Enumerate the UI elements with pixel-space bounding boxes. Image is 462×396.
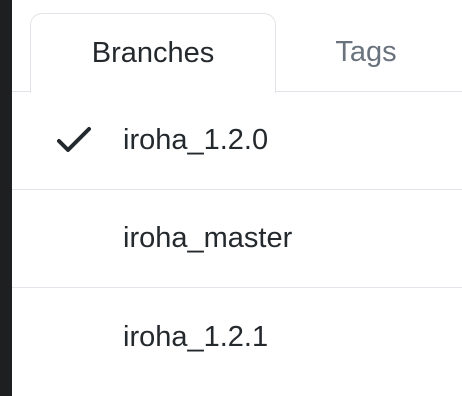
branch-selector-screen: Branches Tags iroha_1.2.0 iroha_master i… [0, 0, 462, 396]
background-edge [0, 0, 12, 396]
branch-name: iroha_1.2.0 [123, 124, 269, 156]
tab-tags[interactable]: Tags [276, 13, 456, 92]
branch-item-iroha-master[interactable]: iroha_master [12, 190, 462, 288]
branch-name: iroha_1.2.1 [123, 320, 269, 353]
branch-dropdown: Branches Tags iroha_1.2.0 iroha_master i… [12, 0, 462, 396]
branch-item-iroha-1-2-0[interactable]: iroha_1.2.0 [12, 92, 462, 190]
branch-item-iroha-1-2-1[interactable]: iroha_1.2.1 [12, 288, 462, 386]
tab-branches[interactable]: Branches [30, 13, 276, 93]
tab-tags-label: Tags [335, 36, 397, 68]
tab-branches-label: Branches [91, 37, 215, 69]
tab-bar: Branches Tags [12, 0, 462, 93]
check-icon [57, 127, 91, 152]
branch-name: iroha_master [123, 222, 293, 254]
branch-list: iroha_1.2.0 iroha_master iroha_1.2.1 [12, 92, 462, 386]
